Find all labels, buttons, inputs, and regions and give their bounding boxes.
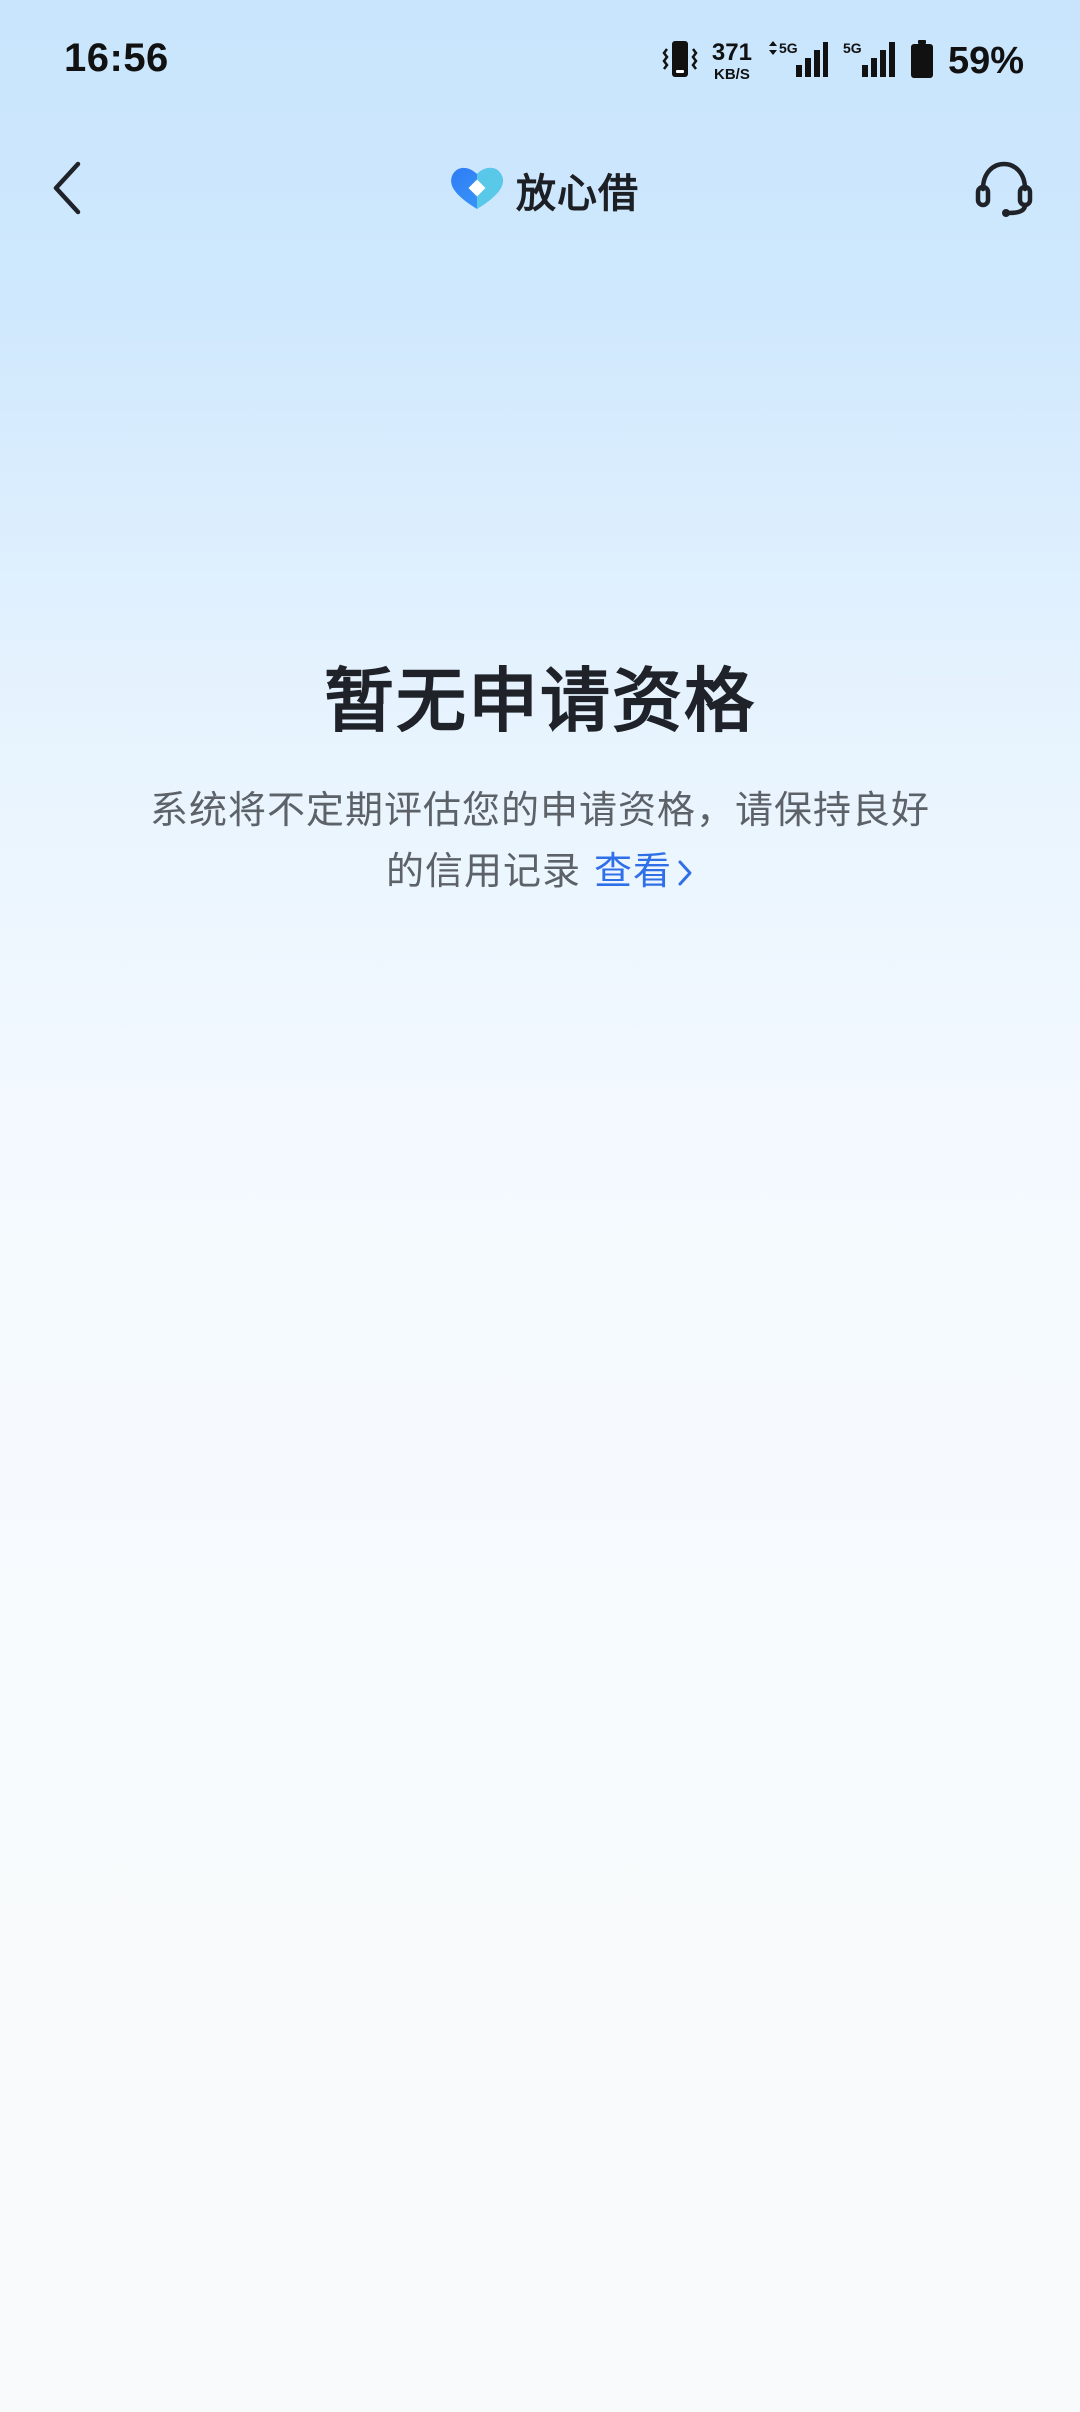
nav-bar: 放心借 <box>0 140 1080 240</box>
back-button[interactable] <box>36 158 100 222</box>
view-link-label: 查看 <box>594 849 673 893</box>
status-time: 16:56 <box>64 36 169 80</box>
status-indicators: 371 KB/S 5G 5G 59% <box>662 36 1024 86</box>
battery-icon <box>910 39 934 83</box>
signal-5g-icon: 5G <box>842 39 896 83</box>
chevron-left-icon <box>48 158 88 222</box>
view-link[interactable]: 查看 <box>594 849 694 893</box>
svg-text:5G: 5G <box>779 40 798 56</box>
brand: 放心借 <box>448 162 639 218</box>
vibrate-icon <box>662 39 698 83</box>
empty-state-description: 系统将不定期评估您的申请资格，请保持良好的信用记录 查看 <box>150 780 930 902</box>
network-speed-unit: KB/S <box>713 65 750 83</box>
customer-service-button[interactable] <box>970 156 1038 224</box>
chevron-right-icon <box>672 849 694 893</box>
status-bar: 16:56 371 KB/S 5G 5G 59% <box>0 0 1080 120</box>
network-speed-value: 371 <box>711 38 752 66</box>
empty-state-description-text: 系统将不定期评估您的申请资格，请保持良好的信用记录 <box>150 788 931 893</box>
svg-text:5G: 5G <box>843 40 862 56</box>
brand-logo-icon <box>448 163 506 217</box>
empty-state-title: 暂无申请资格 <box>324 660 756 742</box>
brand-name: 放心借 <box>516 171 639 217</box>
headset-icon <box>973 157 1035 223</box>
battery-percent: 59% <box>947 39 1024 82</box>
signal-5g-icon: 5G <box>766 39 828 83</box>
network-speed: 371 KB/S <box>711 38 752 83</box>
